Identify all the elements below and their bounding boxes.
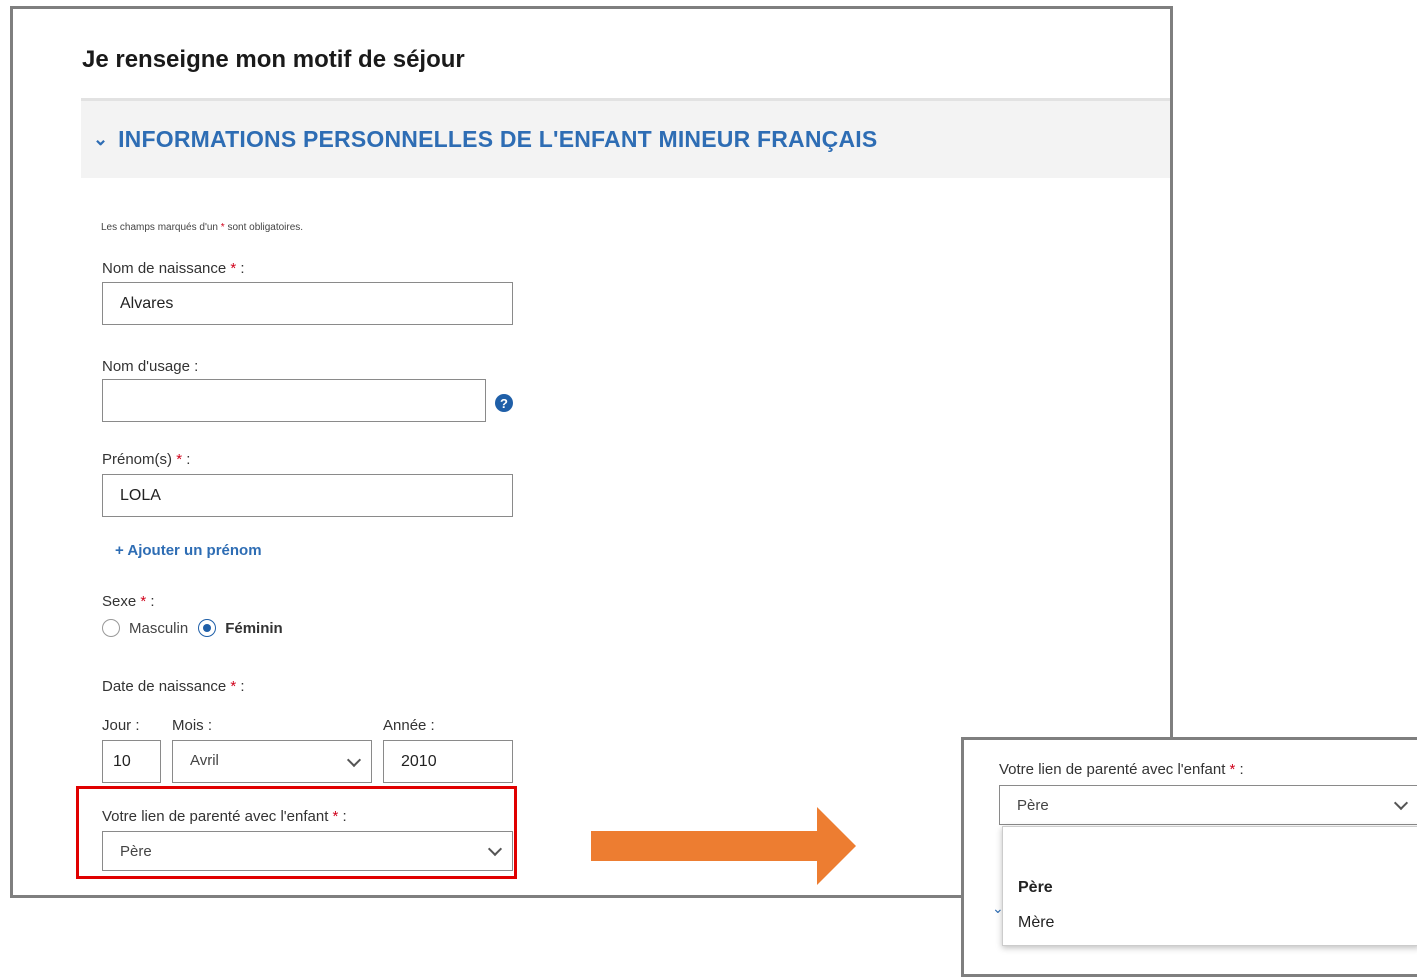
mois-select[interactable]: Avril — [172, 740, 372, 783]
annee-label: Année : — [383, 717, 435, 734]
jour-input[interactable]: 10 — [102, 740, 161, 783]
zoom-panel: Votre lien de parenté avec l'enfant * : … — [961, 737, 1417, 977]
nom-usage-input[interactable] — [102, 379, 486, 422]
section-title: INFORMATIONS PERSONNELLES DE L'ENFANT MI… — [118, 126, 878, 152]
dropdown-option-pere[interactable]: Père — [1018, 879, 1053, 897]
highlight-box — [76, 786, 517, 879]
masculin-label[interactable]: Masculin — [129, 620, 188, 637]
dropdown-option-mere[interactable]: Mère — [1018, 914, 1054, 932]
chevron-down-icon: ⌄ — [93, 129, 109, 149]
section-header[interactable]: ⌄ INFORMATIONS PERSONNELLES DE L'ENFANT … — [81, 98, 1170, 178]
mois-label: Mois : — [172, 717, 213, 734]
nom-naissance-input[interactable]: Alvares — [102, 282, 513, 325]
required-fields-note: Les champs marqués d'un * sont obligatoi… — [101, 222, 304, 233]
nom-usage-label: Nom d'usage : — [102, 358, 199, 375]
add-prenom-link[interactable]: + Ajouter un prénom — [115, 542, 262, 559]
annee-input[interactable]: 2010 — [383, 740, 513, 783]
date-naissance-label: Date de naissance * : — [102, 678, 245, 695]
prenoms-label: Prénom(s) * : — [102, 451, 191, 468]
masculin-radio[interactable] — [102, 619, 120, 637]
dropdown-list: Père Mère — [1002, 826, 1417, 946]
prenoms-input[interactable]: LOLA — [102, 474, 513, 517]
arrow-icon — [591, 807, 856, 885]
zoom-lien-parente-select[interactable]: Père — [999, 785, 1417, 825]
nom-naissance-label: Nom de naissance * : — [102, 260, 245, 277]
chevron-down-icon — [1393, 795, 1409, 811]
sexe-radio-group: Masculin Féminin — [102, 619, 293, 637]
chevron-down-icon — [346, 752, 362, 767]
feminin-radio[interactable] — [198, 619, 217, 637]
jour-label: Jour : — [102, 717, 140, 734]
zoom-lien-parente-label: Votre lien de parenté avec l'enfant * : — [999, 761, 1244, 778]
sexe-label: Sexe * : — [102, 593, 155, 610]
feminin-label[interactable]: Féminin — [225, 620, 283, 637]
page-title: Je renseigne mon motif de séjour — [82, 46, 465, 73]
question-circle-icon[interactable]: ? — [495, 394, 513, 412]
